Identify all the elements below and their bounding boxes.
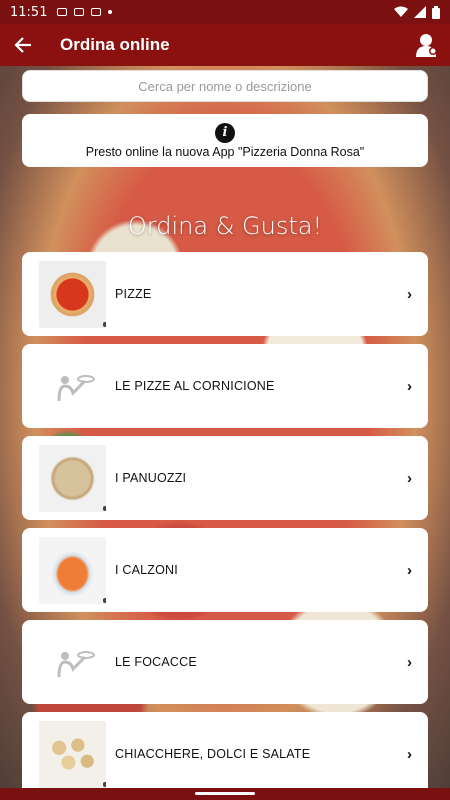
chevron-right-icon: › bbox=[407, 285, 412, 303]
category-thumbnail bbox=[39, 444, 106, 512]
category-thumbnail bbox=[39, 628, 106, 696]
gamepad-icon bbox=[91, 8, 102, 16]
chevron-right-icon: › bbox=[407, 469, 412, 487]
category-label: CHIACCHERE, DOLCI E SALATE bbox=[115, 747, 311, 761]
cloud-icon bbox=[57, 8, 68, 16]
status-bar: 11:51 bbox=[0, 0, 450, 24]
category-item[interactable]: LE PIZZE AL CORNICIONE › bbox=[22, 344, 428, 428]
info-text: Presto online la nuova App "Pizzeria Don… bbox=[85, 145, 365, 159]
arrow-left-icon bbox=[14, 37, 31, 53]
category-thumbnail bbox=[39, 720, 106, 788]
category-item[interactable]: PIZZE › bbox=[22, 252, 428, 336]
category-label: LE PIZZE AL CORNICIONE bbox=[115, 379, 275, 393]
tagline: Ordina & Gusta! bbox=[127, 212, 323, 240]
category-label: I PANUOZZI bbox=[115, 471, 187, 485]
wifi-icon bbox=[394, 6, 408, 17]
category-item[interactable]: LE FOCACCE › bbox=[22, 620, 428, 704]
category-label: PIZZE bbox=[115, 287, 152, 301]
chevron-right-icon: › bbox=[407, 745, 412, 763]
chevron-right-icon: › bbox=[407, 377, 412, 395]
category-item[interactable]: CHIACCHERE, DOLCI E SALATE › bbox=[22, 712, 428, 788]
chevron-right-icon: › bbox=[407, 561, 412, 579]
app-title: Ordina online bbox=[60, 35, 170, 54]
system-nav-bar bbox=[0, 788, 450, 800]
category-thumbnail bbox=[39, 352, 106, 420]
profile-button[interactable] bbox=[404, 24, 450, 66]
app-bar: Ordina online bbox=[0, 24, 450, 66]
category-label: I CALZONI bbox=[115, 563, 178, 577]
chef-placeholder-icon bbox=[57, 375, 95, 401]
category-thumbnail bbox=[39, 536, 106, 604]
info-card: i Presto online la nuova App "Pizzeria D… bbox=[22, 114, 428, 167]
user-icon bbox=[416, 34, 437, 57]
notification-icons bbox=[57, 8, 113, 16]
chevron-right-icon: › bbox=[407, 653, 412, 671]
category-label: LE FOCACCE bbox=[115, 655, 197, 669]
home-gesture-handle[interactable] bbox=[195, 792, 255, 795]
battery-icon bbox=[432, 5, 440, 19]
main-content: i Presto online la nuova App "Pizzeria D… bbox=[0, 66, 450, 788]
category-thumbnail bbox=[39, 260, 106, 328]
back-button[interactable] bbox=[0, 24, 46, 66]
status-time: 11:51 bbox=[10, 4, 48, 20]
category-item[interactable]: I CALZONI › bbox=[22, 528, 428, 612]
photo-icon bbox=[74, 8, 85, 16]
signal-icon bbox=[414, 6, 426, 18]
info-icon: i bbox=[215, 123, 235, 143]
chef-placeholder-icon bbox=[57, 651, 95, 677]
search-input[interactable] bbox=[22, 70, 428, 102]
dot-icon bbox=[108, 10, 113, 14]
system-icons bbox=[394, 5, 440, 19]
category-item[interactable]: I PANUOZZI › bbox=[22, 436, 428, 520]
